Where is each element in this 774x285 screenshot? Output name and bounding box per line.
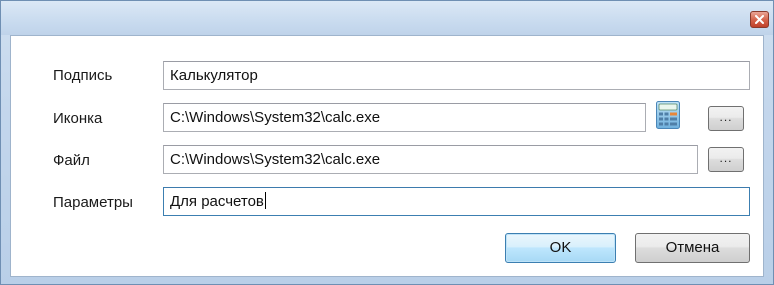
file-label: Файл [53,152,90,169]
caption-field[interactable]: Калькулятор [163,61,750,90]
cancel-button[interactable]: Отмена [635,233,750,263]
caption-value: Калькулятор [170,67,258,84]
params-value: Для расчетов [170,193,264,210]
caption-label: Подпись [53,67,113,84]
text-caret [264,192,266,209]
close-button[interactable] [750,11,769,28]
icon-path-value: C:\Windows\System32\calc.exe [170,109,381,126]
icon-label: Иконка [53,110,103,127]
icon-path-field[interactable]: C:\Windows\System32\calc.exe [163,103,646,132]
dialog-window: Подпись Калькулятор Иконка C:\Windows\Sy… [0,0,774,285]
calculator-icon [656,101,680,129]
params-label: Параметры [53,194,133,211]
icon-browse-button[interactable]: ... [708,106,744,131]
dialog-client-area: Подпись Калькулятор Иконка C:\Windows\Sy… [10,35,764,277]
ok-button[interactable]: OK [505,233,616,263]
file-browse-button[interactable]: ... [708,147,744,172]
title-bar[interactable] [1,1,773,35]
params-field[interactable]: Для расчетов [163,187,750,216]
close-icon [755,15,764,24]
file-path-field[interactable]: C:\Windows\System32\calc.exe [163,145,698,174]
file-path-value: C:\Windows\System32\calc.exe [170,151,381,168]
